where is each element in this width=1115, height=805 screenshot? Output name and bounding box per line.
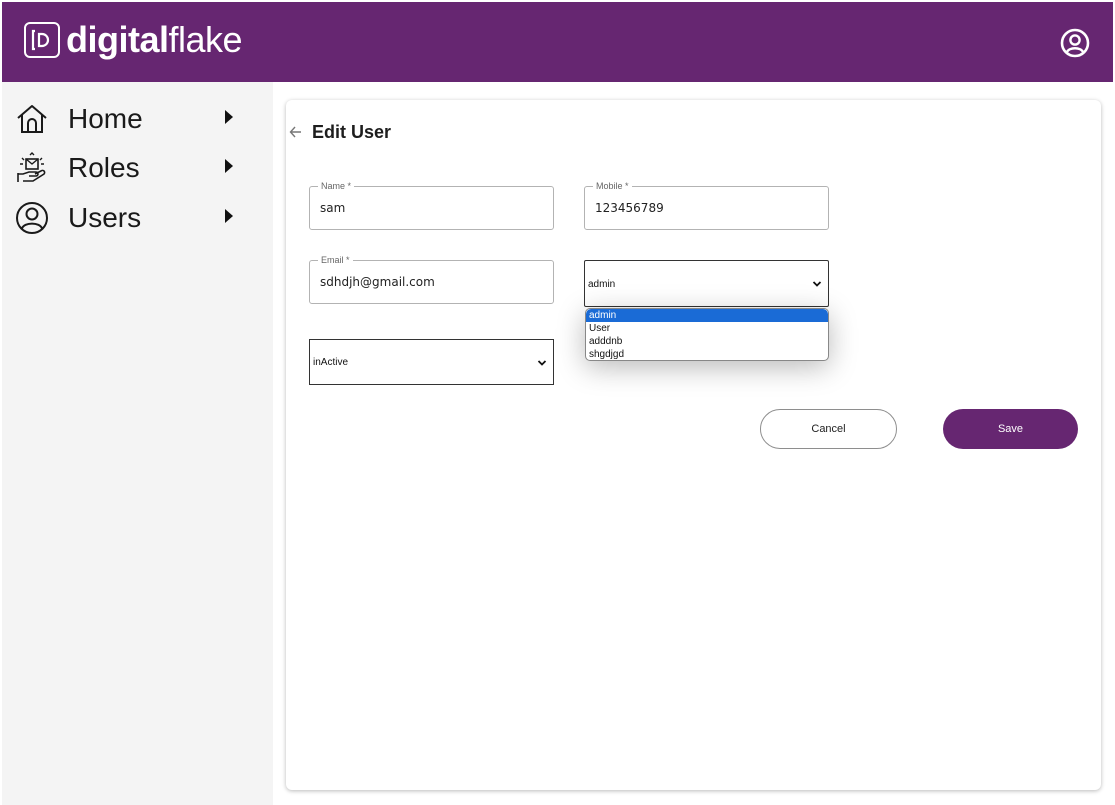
mobile-field[interactable]: Mobile * [584,180,829,230]
status-select[interactable]: inActive [309,339,554,385]
email-input[interactable] [320,261,540,303]
role-option-adddnb[interactable]: adddnb [586,335,828,348]
role-select[interactable]: admin [584,260,829,307]
home-icon [17,105,47,133]
chevron-down-icon [812,281,822,287]
caret-right-icon [225,209,233,223]
role-options-list: admin User adddnb shgdjgd [585,308,829,361]
role-option-user[interactable]: User [586,322,828,335]
arrow-left-icon[interactable] [288,123,304,141]
status-select-value: inActive [313,357,349,368]
roles-icon [17,152,46,182]
brand-name-light: flake [168,19,243,60]
name-input[interactable] [320,187,540,229]
brand-name-bold: digital [66,19,169,60]
caret-right-icon [225,110,233,124]
role-option-shgdjgd[interactable]: shgdjgd [586,348,828,360]
bracket-d-logo-icon [24,22,60,58]
mobile-input[interactable] [595,187,815,229]
page-title: Edit User [312,122,392,142]
sidebar-item-label: Users [68,202,142,233]
top-bar: digitalflake [2,2,1113,82]
sidebar-item-home[interactable]: Home [2,97,273,141]
chevron-down-icon [537,360,547,366]
sidebar-item-label: Roles [68,152,140,183]
role-select-value: admin [588,279,616,290]
cancel-button[interactable]: Cancel [760,409,897,449]
sidebar: Home Roles Users [2,82,273,805]
name-field[interactable]: Name * [309,180,554,230]
brand-logo[interactable]: digitalflake [24,19,243,60]
email-field[interactable]: Email * [309,254,554,304]
sidebar-item-roles[interactable]: Roles [2,146,273,190]
sidebar-item-label: Home [68,103,143,134]
role-option-admin[interactable]: admin [586,309,828,322]
brand-name: digitalflake [66,19,243,60]
caret-right-icon [225,159,233,173]
save-button[interactable]: Save [943,409,1078,449]
user-circle-icon [1060,28,1090,58]
profile-button[interactable] [1058,26,1092,60]
user-circle-icon [16,202,48,234]
sidebar-item-users[interactable]: Users [2,196,273,240]
